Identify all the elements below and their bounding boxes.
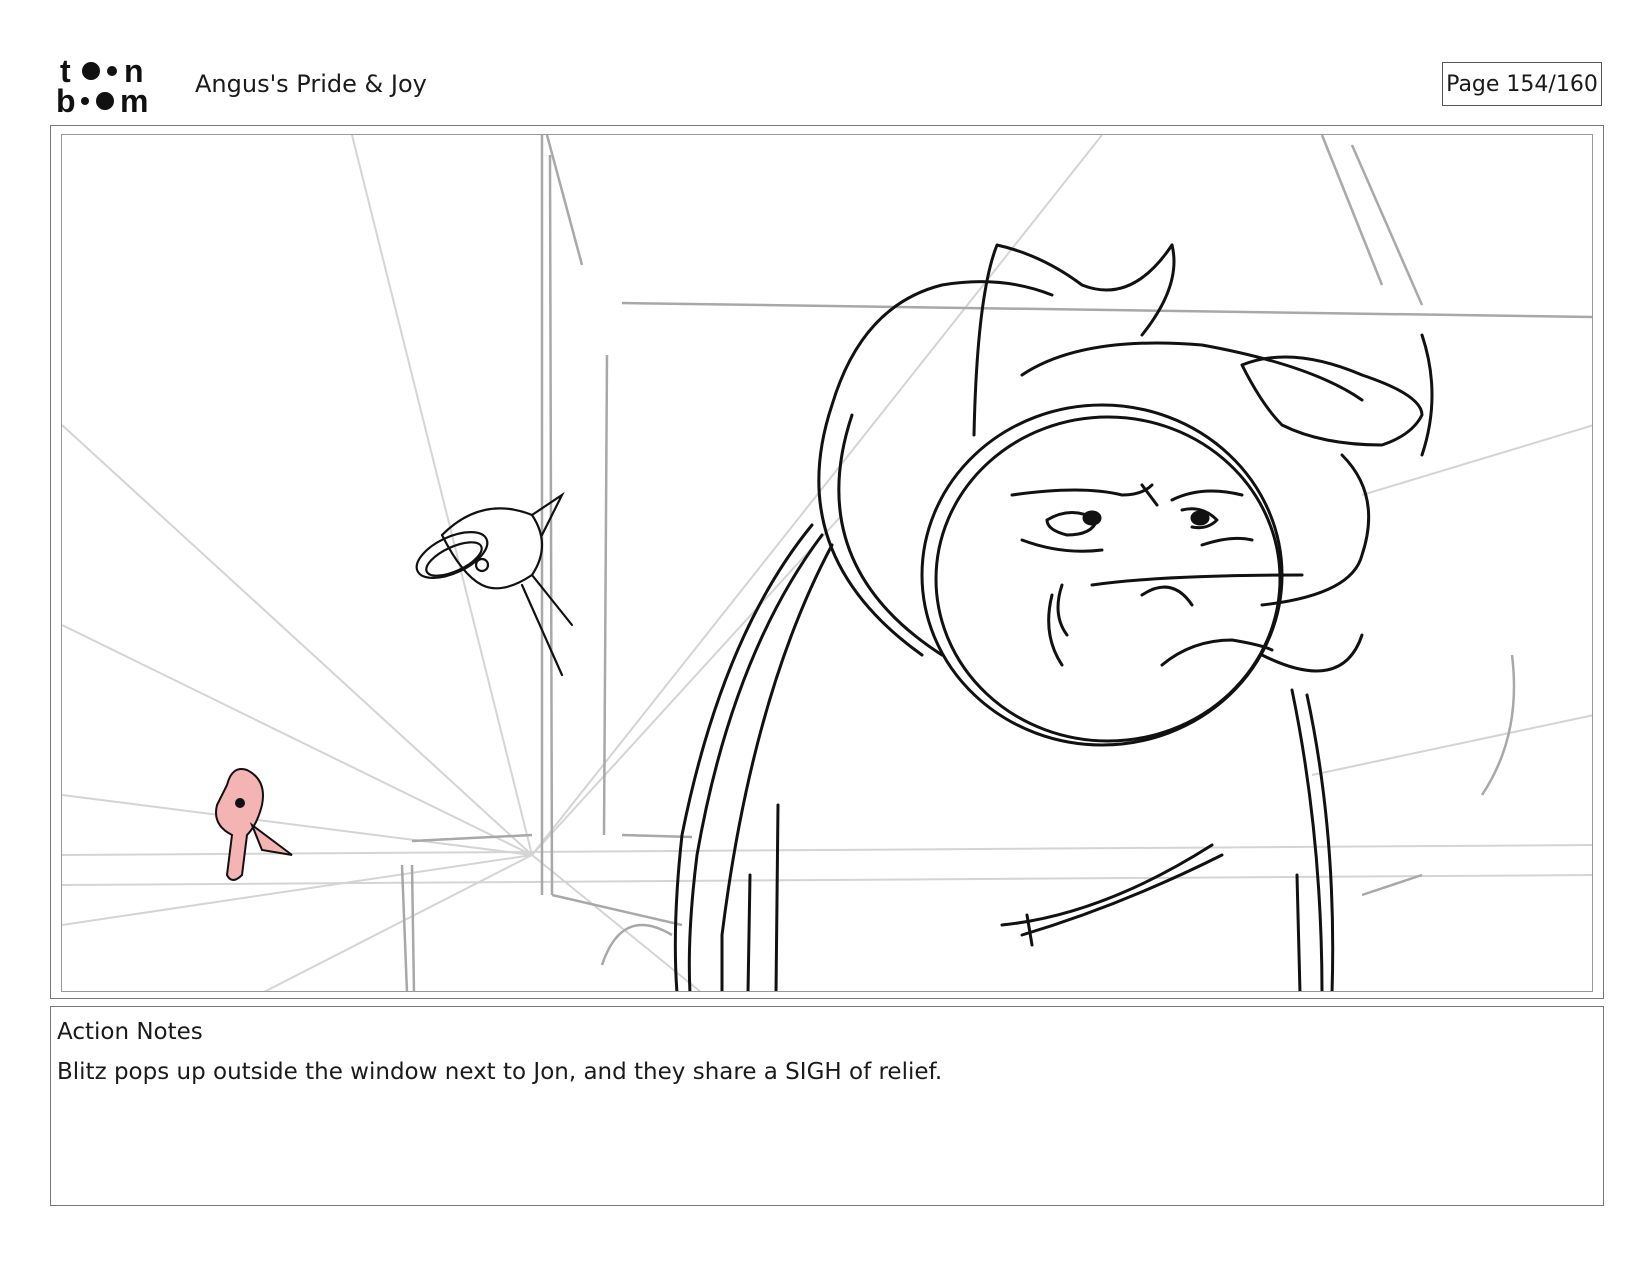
page-number: Page 154/160 <box>1442 62 1602 106</box>
svg-text:m: m <box>120 83 148 116</box>
project-title: Angus's Pride & Joy <box>195 70 427 98</box>
svg-text:b: b <box>56 83 76 116</box>
action-notes-heading: Action Notes <box>57 1019 203 1045</box>
storyboard-panel <box>61 134 1593 992</box>
toon-boom-logo: t n b m <box>56 54 148 116</box>
panel-sketch <box>62 135 1592 991</box>
action-notes-text: Blitz pops up outside the window next to… <box>57 1059 943 1085</box>
action-notes-box: Action Notes Blitz pops up outside the w… <box>50 1006 1604 1206</box>
